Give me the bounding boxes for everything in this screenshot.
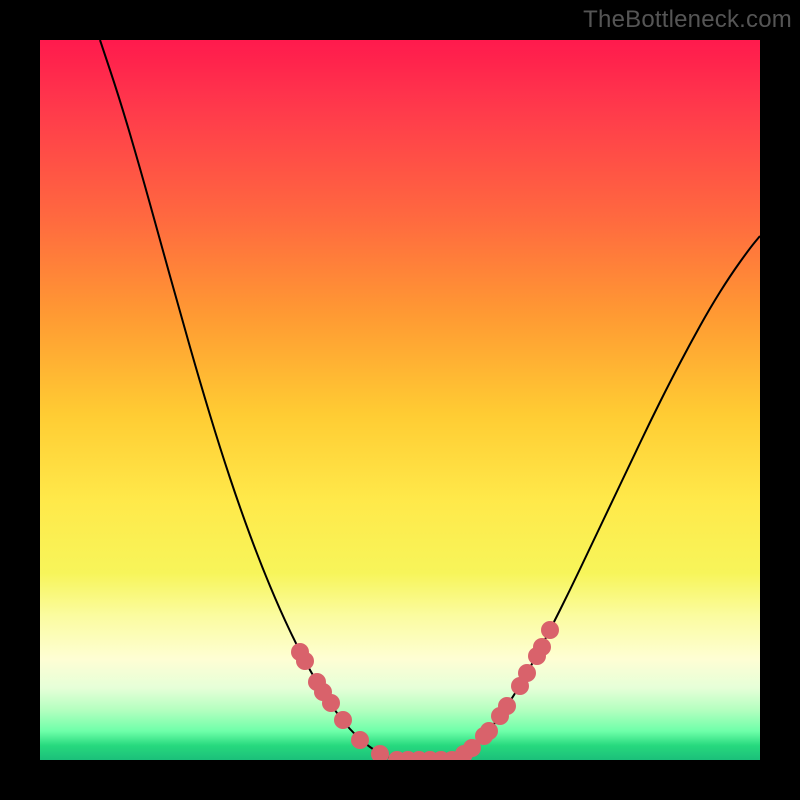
marker-group [291,621,559,760]
marker-point [518,664,536,682]
marker-point [322,694,340,712]
marker-point [541,621,559,639]
marker-point [533,638,551,656]
marker-point [334,711,352,729]
chart-frame: TheBottleneck.com [0,0,800,800]
curve-group [100,40,760,760]
marker-point [480,722,498,740]
plot-area [40,40,760,760]
marker-point [498,697,516,715]
attribution-text: TheBottleneck.com [583,6,792,34]
marker-point [351,731,369,749]
marker-point [371,745,389,760]
chart-svg [40,40,760,760]
marker-point [296,652,314,670]
curve-left-curve [100,40,395,760]
curve-right-curve [455,236,760,760]
